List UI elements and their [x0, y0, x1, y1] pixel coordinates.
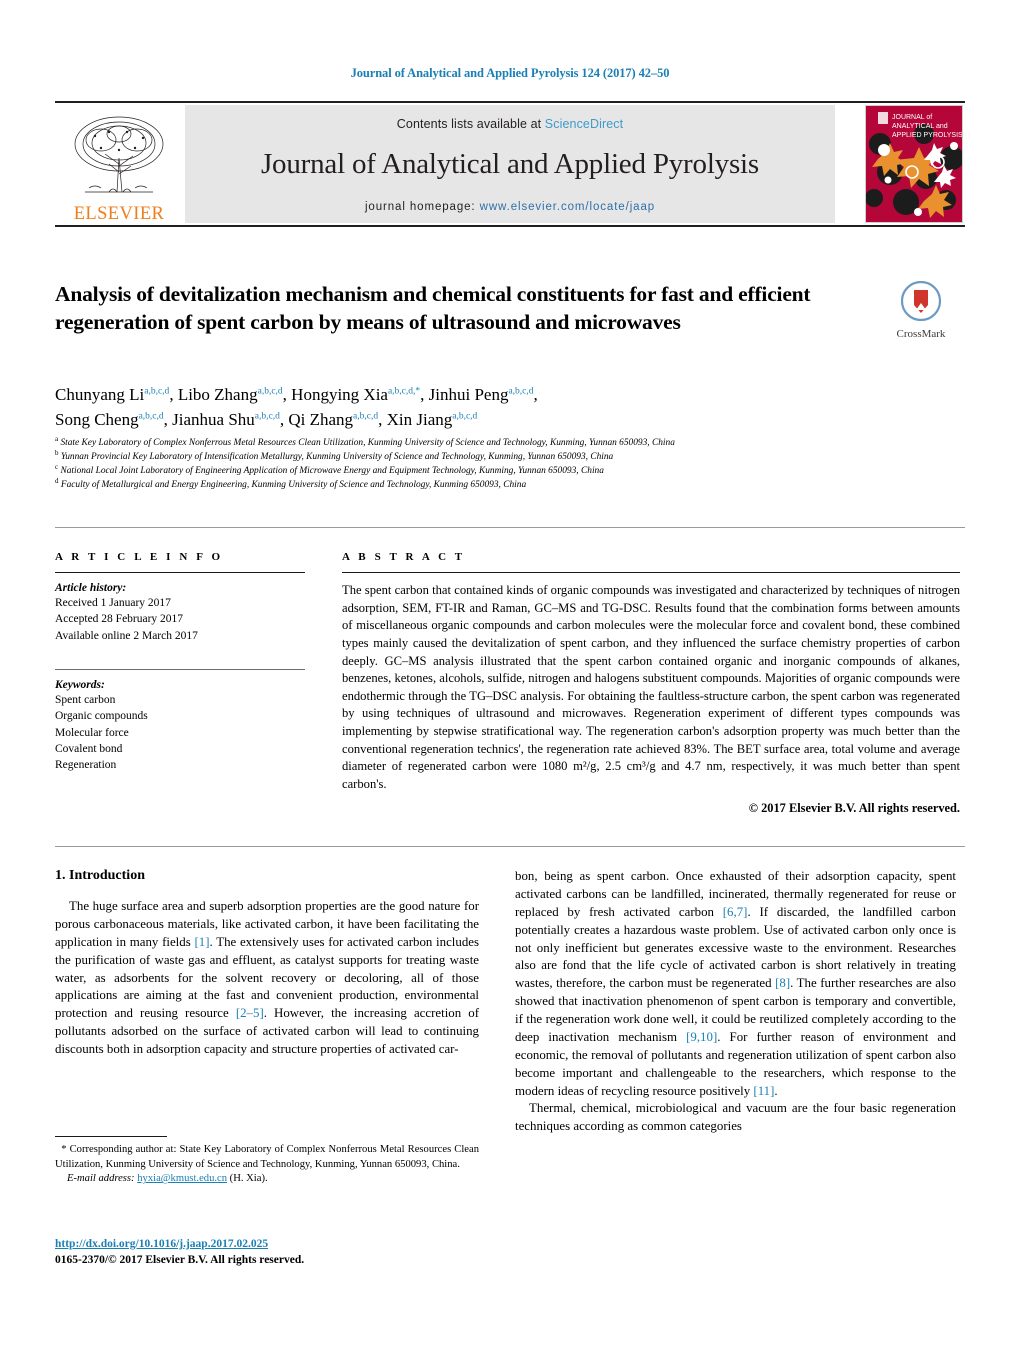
body-column-right: bon, being as spent carbon. Once exhaust… [515, 868, 956, 1136]
svg-text:APPLIED PYROLYSIS: APPLIED PYROLYSIS [892, 132, 962, 139]
author-name[interactable]: Libo Zhang [178, 385, 258, 404]
author-name[interactable]: Song Cheng [55, 410, 139, 429]
keywords-label: Keywords: [55, 678, 105, 691]
abstract-text: The spent carbon that contained kinds of… [342, 583, 960, 791]
affiliation-item: c National Local Joint Laboratory of Eng… [55, 462, 604, 476]
page-title: Analysis of devitalization mechanism and… [55, 282, 811, 334]
footer-doi-block: http://dx.doi.org/10.1016/j.jaap.2017.02… [55, 1236, 495, 1268]
citation-reference[interactable]: [9,10] [686, 1030, 717, 1044]
author-affiliation-marker: a,b,c,d [138, 410, 164, 421]
author-affiliation-marker: a,b,c,d [452, 410, 478, 421]
citation-reference[interactable]: [11] [753, 1084, 774, 1098]
affiliation-marker: d [55, 476, 59, 485]
homepage-url-link[interactable]: www.elsevier.com/locate/jaap [480, 201, 655, 213]
elsevier-tree-icon [74, 116, 164, 192]
affiliation-marker: a [55, 434, 59, 443]
body-column-left: 1. Introduction The huge surface area an… [55, 868, 479, 1059]
intro-paragraph-right-2: Thermal, chemical, microbiological and v… [515, 1101, 956, 1134]
email-address-link[interactable]: hyxia@kmust.edu.cn [137, 1173, 227, 1184]
keyword-item: Covalent bond [55, 742, 123, 755]
article-info-column: A R T I C L E I N F O Article history: R… [55, 551, 305, 774]
citation-reference[interactable]: [8] [775, 976, 790, 990]
elsevier-logo: ELSEVIER [57, 105, 181, 223]
issn-copyright-line: 0165-2370/© 2017 Elsevier B.V. All right… [55, 1254, 305, 1267]
abstract-rule [342, 572, 960, 573]
sciencedirect-link[interactable]: ScienceDirect [545, 117, 623, 131]
contents-prefix: Contents lists available at [396, 117, 545, 131]
author-line-2: Song Chenga,b,c,d, Jianhua Shua,b,c,d, Q… [55, 409, 478, 429]
svg-text:JOURNAL of: JOURNAL of [892, 114, 932, 121]
crossmark-icon [900, 280, 942, 322]
author-name[interactable]: Chunyang Li [55, 385, 144, 404]
crossmark-badge[interactable]: CrossMark [877, 280, 965, 340]
journal-masthead: ELSEVIER Contents lists available at Sci… [55, 101, 965, 227]
intro-paragraph-left: The huge surface area and superb adsorpt… [55, 899, 480, 1056]
section-heading-introduction: 1. Introduction [55, 868, 145, 883]
keyword-item: Molecular force [55, 726, 129, 739]
author-affiliation-marker: a,b,c,d [144, 386, 170, 397]
svg-text:ANALYTICAL and: ANALYTICAL and [892, 123, 948, 130]
affiliation-item: b Yunnan Provincial Key Laboratory of In… [55, 448, 614, 462]
journal-homepage-line: journal homepage: www.elsevier.com/locat… [185, 201, 835, 213]
author-affiliation-marker: a,b,c,d, [387, 386, 416, 397]
footnote-rule [55, 1136, 167, 1137]
article-history-item: Received 1 January 2017 [55, 597, 171, 609]
journal-article-page: Journal of Analytical and Applied Pyroly… [0, 0, 1020, 1351]
affiliation-item: d Faculty of Metallurgical and Energy En… [55, 476, 527, 490]
author-affiliation-marker: a,b,c,d [508, 386, 534, 397]
info-band-bottom-rule [55, 846, 965, 847]
author-affiliation-marker: a,b,c,d [257, 386, 283, 397]
info-band-top-rule [55, 527, 965, 528]
author-name[interactable]: Qi Zhang [288, 410, 353, 429]
keyword-item: Organic compounds [55, 710, 148, 723]
journal-cover-thumbnail: JOURNAL of ANALYTICAL and APPLIED PYROLY… [865, 105, 963, 223]
citation-reference[interactable]: [1] [194, 935, 209, 949]
author-name[interactable]: Xin Jiang [387, 410, 453, 429]
email-address-label: E-mail address: [67, 1173, 138, 1185]
footnote-star-marker: * [55, 1144, 67, 1155]
crossmark-label: CrossMark [896, 328, 946, 340]
corresponding-author-footnote: * Corresponding author at: State Key Lab… [55, 1143, 479, 1187]
author-name[interactable]: Jianhua Shu [172, 410, 255, 429]
affiliation-marker: c [55, 462, 59, 471]
doi-link[interactable]: http://dx.doi.org/10.1016/j.jaap.2017.02… [55, 1238, 268, 1250]
homepage-prefix: journal homepage: [364, 201, 480, 213]
article-history-item: Available online 2 March 2017 [55, 629, 198, 642]
author-list: Chunyang Lia,b,c,d, Libo Zhanga,b,c,d, H… [55, 383, 855, 432]
title-block: Analysis of devitalization mechanism and… [55, 281, 865, 337]
article-history-label: Article history: [55, 582, 127, 594]
author-affiliation-marker: a,b,c,d [353, 410, 379, 421]
contents-available-line: Contents lists available at ScienceDirec… [185, 105, 835, 131]
author-line-1: Chunyang Lia,b,c,d, Libo Zhanga,b,c,d, H… [55, 385, 538, 404]
abstract-column: A B S T R A C T The spent carbon that co… [342, 551, 960, 816]
author-name[interactable]: Jinhui Peng [429, 385, 509, 404]
abstract-heading: A B S T R A C T [342, 551, 466, 563]
abstract-copyright: © 2017 Elsevier B.V. All rights reserved… [748, 800, 960, 815]
article-info-heading: A R T I C L E I N F O [55, 551, 224, 563]
article-info-rule-1 [55, 572, 305, 573]
corresponding-author-marker: * [415, 386, 421, 397]
article-history-item: Accepted 28 February 2017 [55, 613, 184, 626]
article-info-rule-2 [55, 668, 305, 670]
affiliation-item: a State Key Laboratory of Complex Nonfer… [55, 434, 675, 448]
masthead-center: Contents lists available at ScienceDirec… [185, 105, 835, 223]
affiliation-marker: b [55, 448, 59, 457]
citation-reference[interactable]: [6,7] [723, 905, 748, 919]
affiliation-list: a State Key Laboratory of Complex Nonfer… [55, 434, 885, 492]
corresponding-author-address: * Corresponding author at: State Key Lab… [55, 1144, 479, 1170]
intro-paragraph-right-continued: bon, being as spent carbon. Once exhaust… [515, 869, 956, 1098]
author-affiliation-marker: a,b,c,d [254, 410, 280, 421]
running-head: Journal of Analytical and Applied Pyroly… [350, 66, 670, 80]
journal-cover-art: JOURNAL of ANALYTICAL and APPLIED PYROLY… [866, 106, 962, 222]
elsevier-wordmark: ELSEVIER [73, 203, 165, 224]
journal-name: Journal of Analytical and Applied Pyroly… [260, 148, 760, 180]
citation-reference[interactable]: [2–5] [236, 1006, 264, 1020]
keyword-item: Spent carbon [55, 693, 116, 706]
corresponding-author-email-line: E-mail address: hyxia@kmust.edu.cn (H. X… [67, 1173, 268, 1185]
article-history-list: Received 1 January 2017 Accepted 28 Febru… [55, 595, 305, 644]
keyword-item: Regeneration [55, 759, 117, 772]
keywords-list: Spent carbon Organic compounds Molecular f… [55, 692, 305, 774]
author-name[interactable]: Hongying Xia [291, 385, 388, 404]
